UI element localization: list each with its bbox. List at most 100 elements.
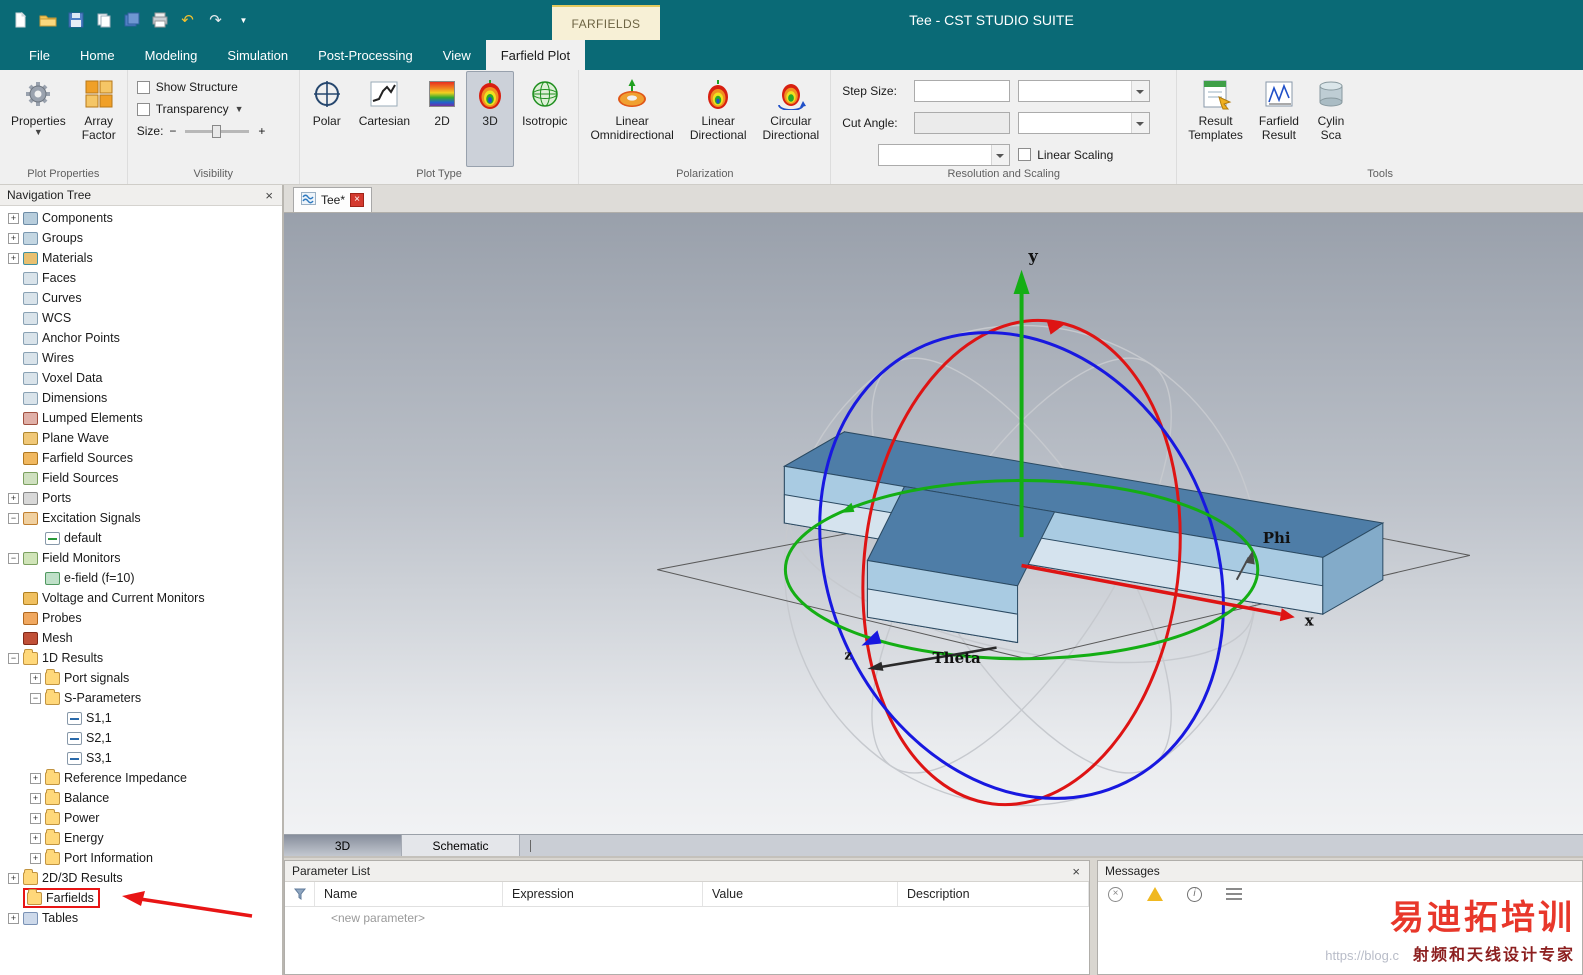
tree-item-voxel-data[interactable]: Voxel Data (0, 368, 282, 388)
view-tab-schematic[interactable]: Schematic (402, 835, 520, 856)
collapse-icon[interactable]: − (8, 552, 19, 564)
tree-item-s1-1[interactable]: S1,1 (0, 708, 282, 728)
expand-icon[interactable]: + (8, 212, 19, 224)
properties-button[interactable]: Properties ▼ (3, 71, 74, 167)
cut-angle-input[interactable] (914, 111, 1011, 134)
menu-tab-file[interactable]: File (14, 40, 65, 70)
cylinder-scan-button[interactable]: Cylin Sca (1307, 71, 1355, 167)
tree-item-s3-1[interactable]: S3,1 (0, 748, 282, 768)
transparency-control[interactable]: Transparency ▼ (136, 102, 266, 116)
farfield-result-button[interactable]: Farfield Result (1251, 71, 1307, 167)
column-header-description[interactable]: Description (898, 882, 1089, 906)
array-factor-button[interactable]: Array Factor (74, 71, 124, 167)
tree-item-wires[interactable]: Wires (0, 348, 282, 368)
step-size-combo[interactable] (1018, 80, 1151, 103)
open-folder-icon[interactable] (38, 11, 57, 29)
tree-item-probes[interactable]: Probes (0, 608, 282, 628)
menu-tab-home[interactable]: Home (65, 40, 130, 70)
menu-tab-simulation[interactable]: Simulation (212, 40, 303, 70)
tree-item-field-monitors[interactable]: − Field Monitors (0, 548, 282, 568)
message-list-icon[interactable] (1226, 888, 1242, 900)
show-structure-checkbox[interactable]: Show Structure (136, 80, 266, 94)
expand-icon[interactable]: + (8, 912, 19, 924)
isotropic-button[interactable]: Isotropic (514, 71, 575, 167)
expand-icon[interactable]: + (30, 852, 41, 864)
tree-item-materials[interactable]: + Materials (0, 248, 282, 268)
tree-item-field-sources[interactable]: Field Sources (0, 468, 282, 488)
expand-icon[interactable]: + (30, 792, 41, 804)
print-icon[interactable] (150, 11, 169, 29)
column-header-value[interactable]: Value (703, 882, 898, 906)
expand-icon[interactable]: + (8, 232, 19, 244)
tree-item-voltage-and-current-monitors[interactable]: Voltage and Current Monitors (0, 588, 282, 608)
column-header-expression[interactable]: Expression (503, 882, 703, 906)
collapse-icon[interactable]: − (30, 692, 41, 704)
tree-item-2d-3d-results[interactable]: +2D/3D Results (0, 868, 282, 888)
tree-item-faces[interactable]: Faces (0, 268, 282, 288)
redo-icon[interactable]: ↷ (206, 11, 225, 29)
menu-tab-view[interactable]: View (428, 40, 486, 70)
2d-plot-button[interactable]: 2D (418, 71, 466, 167)
expand-icon[interactable]: + (30, 772, 41, 784)
result-templates-button[interactable]: Result Templates (1180, 71, 1251, 167)
tree-item-s2-1[interactable]: S2,1 (0, 728, 282, 748)
slider-thumb[interactable] (212, 124, 222, 138)
document-tab[interactable]: Tee* × (293, 187, 373, 212)
expand-icon[interactable]: + (30, 672, 41, 684)
tree-item-plane-wave[interactable]: Plane Wave (0, 428, 282, 448)
cut-angle-combo[interactable] (1018, 111, 1151, 134)
checkbox-icon[interactable] (136, 102, 150, 116)
new-document-icon[interactable] (10, 11, 29, 29)
new-parameter-row[interactable]: <new parameter> (285, 907, 1089, 928)
expand-icon[interactable]: + (8, 492, 19, 504)
tree-item-tables[interactable]: + Tables (0, 908, 282, 928)
menu-tab-farfield-plot[interactable]: Farfield Plot (485, 40, 586, 70)
step-size-input[interactable] (914, 80, 1011, 103)
tree-item-default[interactable]: default (0, 528, 282, 548)
customize-icon[interactable]: ▼ (234, 11, 253, 29)
menu-tab-modeling[interactable]: Modeling (130, 40, 213, 70)
tree-item-s-parameters[interactable]: − S-Parameters (0, 688, 282, 708)
tree-item-reference-impedance[interactable]: + Reference Impedance (0, 768, 282, 788)
expand-icon[interactable]: + (8, 252, 19, 264)
cartesian-button[interactable]: Cartesian (351, 71, 418, 167)
polar-button[interactable]: Polar (303, 71, 351, 167)
scaling-combo[interactable] (878, 143, 1011, 166)
menu-tab-post-processing[interactable]: Post-Processing (303, 40, 428, 70)
tree-item-port-signals[interactable]: + Port signals (0, 668, 282, 688)
column-header-name[interactable]: Name (315, 882, 503, 906)
close-icon[interactable]: × (1070, 865, 1082, 878)
info-icon[interactable]: i (1187, 886, 1202, 902)
caret-down-icon[interactable]: ▼ (235, 104, 244, 114)
3d-plot-button[interactable]: 3D (466, 71, 515, 167)
save-all-icon[interactable] (122, 11, 141, 29)
linear-scaling-checkbox[interactable] (1018, 148, 1032, 162)
tree-item-lumped-elements[interactable]: Lumped Elements (0, 408, 282, 428)
clear-messages-icon[interactable]: × (1108, 886, 1123, 902)
checkbox-icon[interactable] (136, 80, 150, 94)
circular-directional-button[interactable]: Circular Directional (755, 71, 828, 167)
tree-item-dimensions[interactable]: Dimensions (0, 388, 282, 408)
view-tab-3d[interactable]: 3D (284, 835, 402, 856)
contextual-tab-farfields[interactable]: FARFIELDS (552, 5, 660, 40)
size-increase-button[interactable]: + (258, 124, 265, 138)
size-decrease-button[interactable]: − (169, 124, 176, 138)
warning-icon[interactable] (1147, 887, 1163, 901)
close-tab-icon[interactable]: × (350, 193, 365, 207)
tree-item-components[interactable]: + Components (0, 208, 282, 228)
collapse-icon[interactable]: − (8, 652, 19, 664)
expand-icon[interactable]: + (30, 812, 41, 824)
tree-item-balance[interactable]: + Balance (0, 788, 282, 808)
tree-item-groups[interactable]: + Groups (0, 228, 282, 248)
expand-icon[interactable]: + (8, 872, 19, 884)
tree-item-curves[interactable]: Curves (0, 288, 282, 308)
tree-item-ports[interactable]: + Ports (0, 488, 282, 508)
close-icon[interactable]: × (263, 189, 275, 202)
tree-item-port-information[interactable]: + Port Information (0, 848, 282, 868)
expand-icon[interactable]: + (30, 832, 41, 844)
tree-item-wcs[interactable]: WCS (0, 308, 282, 328)
collapse-icon[interactable]: − (8, 512, 19, 524)
size-slider[interactable] (185, 124, 250, 138)
save-icon[interactable] (66, 11, 85, 29)
linear-directional-button[interactable]: Linear Directional (682, 71, 755, 167)
